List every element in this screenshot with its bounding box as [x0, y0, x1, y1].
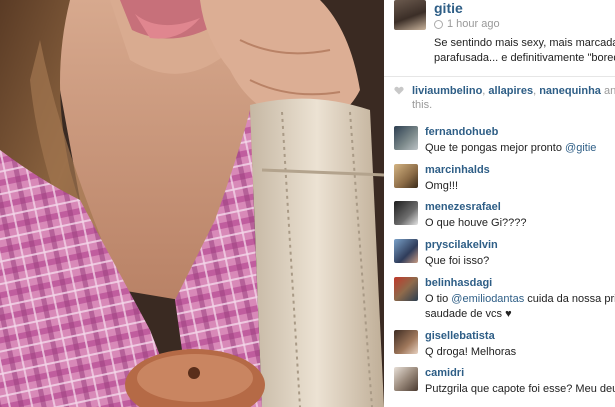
- comment-text: O tio @emiliodantas cuida da nossa prin: [425, 292, 615, 307]
- avatar[interactable]: [394, 201, 418, 225]
- comment-body: cuida da nossa prin: [524, 293, 615, 305]
- post-photo: [0, 0, 384, 407]
- post-time: 1 hour ago: [434, 18, 500, 30]
- comment-username[interactable]: gisellebatista: [425, 330, 495, 342]
- comment-username[interactable]: pryscilakelvin: [425, 239, 498, 251]
- heart-icon[interactable]: [394, 86, 404, 95]
- avatar[interactable]: [394, 126, 418, 150]
- like-user-link[interactable]: allapires: [488, 85, 533, 97]
- like-user-link[interactable]: liviaumbelino: [412, 85, 482, 97]
- likes-suffix: this.: [412, 99, 433, 111]
- comment-body: O tio: [425, 293, 452, 305]
- comment-text: Omg!!!: [425, 180, 459, 192]
- comment-username[interactable]: camidri: [425, 367, 464, 379]
- divider: [384, 76, 615, 77]
- likes-text: liviaumbelino, allapires, nanequinha and…: [412, 84, 615, 112]
- avatar[interactable]: [394, 0, 426, 30]
- comment-username[interactable]: menezesrafael: [425, 201, 501, 213]
- avatar[interactable]: [394, 277, 418, 301]
- avatar[interactable]: [394, 164, 418, 188]
- caption-line: Se sentindo mais sexy, mais marcada: [434, 37, 615, 49]
- clock-icon: [434, 19, 443, 29]
- like-user-link[interactable]: nanequinha: [539, 85, 601, 97]
- comment-text: Que te pongas mejor pronto @gitie: [425, 141, 596, 156]
- comment-text: Putzgrila que capote foi esse? Meu deus: [425, 383, 615, 395]
- post-username[interactable]: gitie: [434, 0, 463, 16]
- post-details-panel: gitie 1 hour ago Se sentindo mais sexy, …: [384, 0, 615, 407]
- comment-username[interactable]: marcinhalds: [425, 164, 490, 176]
- comment-mention[interactable]: @emiliodantas: [451, 293, 524, 305]
- comment-text-line2: saudade de vcs ♥: [425, 308, 512, 320]
- post-caption: Se sentindo mais sexy, mais marcada para…: [434, 36, 615, 66]
- photo-image: [0, 0, 384, 407]
- comment-username[interactable]: belinhasdagi: [425, 277, 492, 289]
- comment-body: Que te pongas mejor pronto: [425, 142, 566, 154]
- comment-text: O que houve Gi????: [425, 217, 527, 229]
- avatar[interactable]: [394, 367, 418, 391]
- comment-mention[interactable]: @gitie: [565, 142, 596, 154]
- comment-text: Q droga! Melhoras: [425, 346, 517, 358]
- caption-line: parafusada... e definitivamente "bored: [434, 52, 615, 64]
- post-time-label: 1 hour ago: [447, 18, 500, 30]
- avatar[interactable]: [394, 239, 418, 263]
- like-separator: and: [603, 85, 615, 97]
- comment-text: Que foi isso?: [425, 255, 490, 267]
- comment-username[interactable]: fernandohueb: [425, 126, 498, 138]
- post-header: gitie 1 hour ago Se sentindo mais sexy, …: [384, 0, 615, 78]
- avatar[interactable]: [394, 330, 418, 354]
